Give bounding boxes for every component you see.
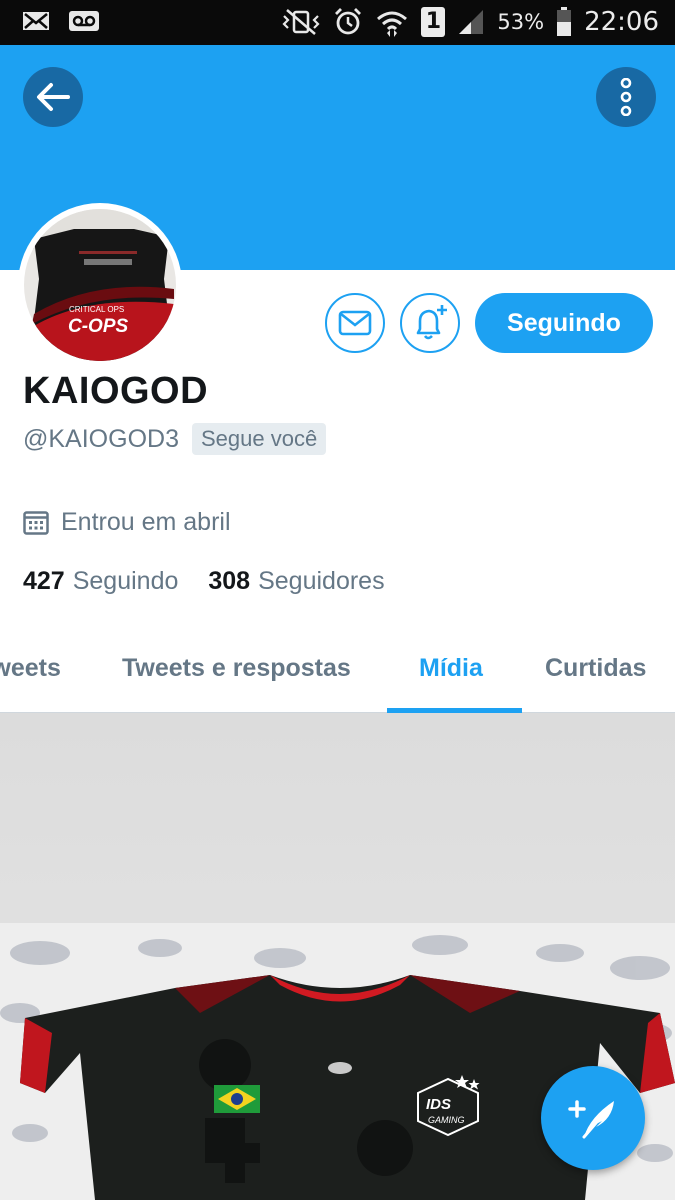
follow-stats: 427 Seguindo 308 Seguidores (23, 567, 385, 596)
back-button[interactable] (23, 67, 83, 127)
voicemail-icon (69, 11, 99, 31)
joined-date: Entrou em abril (23, 508, 231, 537)
jersey-logo-main: IDS (426, 1096, 451, 1113)
compose-tweet-button[interactable] (541, 1066, 645, 1170)
avatar-image: CRITICAL OPS C-OPS (24, 209, 176, 361)
tab-tweets[interactable]: Tweets (0, 654, 61, 683)
tab-likes[interactable]: Curtidas (545, 654, 646, 683)
profile-tabs: Tweets Tweets e respostas Mídia Curtidas (0, 630, 675, 713)
followers-stat[interactable]: 308 Seguidores (208, 567, 384, 596)
vibrate-mute-icon (282, 9, 320, 35)
vertical-dots-icon (620, 78, 632, 116)
following-label: Seguindo (72, 567, 179, 595)
clock: 22:06 (584, 7, 659, 37)
message-button[interactable] (325, 293, 385, 353)
battery-percent: 53% (497, 10, 545, 34)
followers-count: 308 (208, 567, 251, 595)
compose-feather-icon (568, 1100, 614, 1139)
sim-icon: 1 (421, 7, 446, 37)
envelope-icon (338, 310, 372, 336)
followers-label: Seguidores (258, 567, 385, 595)
bell-plus-icon (416, 305, 447, 340)
joined-text: Entrou em abril (61, 508, 231, 536)
follows-you-badge: Segue você (192, 423, 327, 455)
jersey-logo-sub: GAMING (428, 1115, 465, 1125)
battery-icon (557, 7, 572, 36)
following-count: 427 (23, 567, 65, 595)
following-button[interactable]: Seguindo (475, 293, 653, 353)
status-bar: 1 53% 22:06 (0, 0, 675, 45)
avatar-small-text: CRITICAL OPS (69, 305, 124, 314)
tab-tweets-and-replies[interactable]: Tweets e respostas (122, 654, 351, 683)
following-stat[interactable]: 427 Seguindo (23, 567, 178, 596)
calendar-icon (23, 510, 49, 535)
arrow-left-icon (37, 83, 70, 111)
avatar-logo-text: C-OPS (68, 316, 129, 337)
mail-icon (23, 12, 49, 30)
notifications-button[interactable] (400, 293, 460, 353)
signal-icon (459, 10, 484, 34)
alarm-icon (335, 8, 362, 35)
profile-name: KAIOGOD (23, 370, 209, 412)
profile-handle: @KAIOGOD3 (23, 425, 179, 453)
more-options-button[interactable] (596, 67, 656, 127)
wifi-icon (377, 11, 408, 37)
avatar[interactable]: CRITICAL OPS C-OPS (18, 203, 182, 367)
tab-media[interactable]: Mídia (419, 654, 483, 683)
